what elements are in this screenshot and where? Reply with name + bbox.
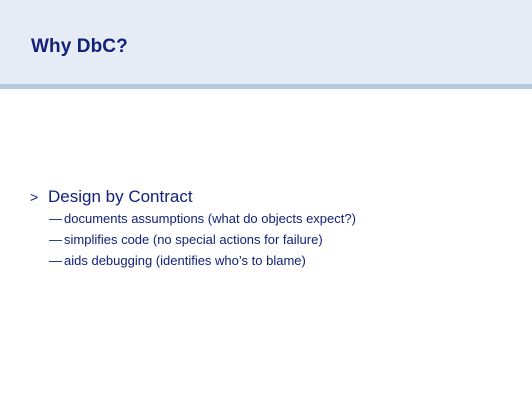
header-divider (0, 84, 532, 89)
sub-bullet-item: — aids debugging (identifies who’s to bl… (49, 253, 510, 274)
sub-bullet-item: — documents assumptions (what do objects… (49, 211, 510, 232)
dash-icon: — (49, 211, 62, 226)
sub-bullet-text: documents assumptions (what do objects e… (64, 211, 356, 226)
slide-header: Why DbC? (0, 0, 532, 84)
sub-bullet-text: aids debugging (identifies who’s to blam… (64, 253, 306, 268)
bullet-marker-icon: > (30, 189, 39, 205)
slide: Why DbC? > Design by Contract — document… (0, 0, 532, 400)
sub-bullet-list: — documents assumptions (what do objects… (49, 211, 510, 274)
main-bullet: > Design by Contract (30, 187, 510, 209)
slide-title: Why DbC? (31, 36, 128, 57)
sub-bullet-item: — simplifies code (no special actions fo… (49, 232, 510, 253)
main-bullet-text: Design by Contract (48, 187, 193, 206)
sub-bullet-text: simplifies code (no special actions for … (64, 232, 323, 247)
slide-content: > Design by Contract — documents assumpt… (30, 187, 510, 274)
dash-icon: — (49, 253, 62, 268)
dash-icon: — (49, 232, 62, 247)
